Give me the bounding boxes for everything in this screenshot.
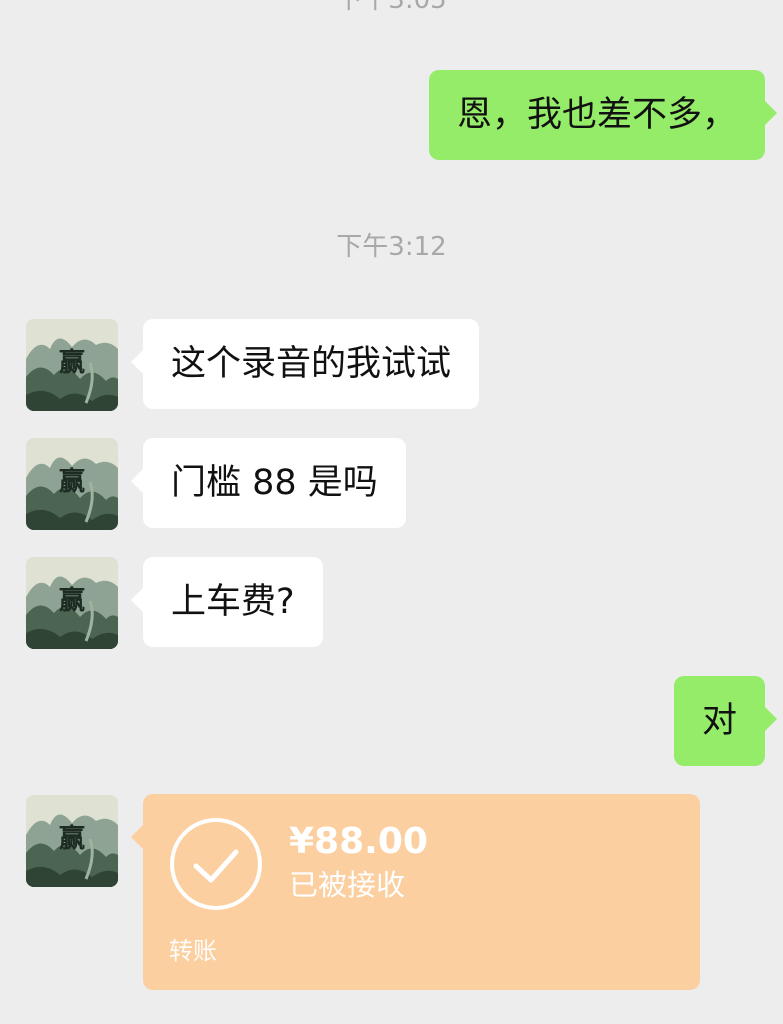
avatar-glyph: 赢 xyxy=(59,347,85,378)
outgoing-message-bubble[interactable]: 恩，我也差不多， xyxy=(428,70,778,160)
chat-screen: 下午3:05 恩，我也差不多， 下午3:12 赢 这个录音的我试试 赢 门槛 8… xyxy=(0,0,783,1024)
incoming-message-bubble[interactable]: 门槛 88 是吗 xyxy=(131,438,406,528)
transfer-label: 转账 xyxy=(169,937,217,965)
contact-avatar[interactable]: 赢 xyxy=(26,319,118,411)
contact-avatar[interactable]: 赢 xyxy=(26,557,118,649)
landscape-painting-avatar-icon: 赢 xyxy=(26,319,118,411)
message-text: 对 xyxy=(701,701,737,741)
transfer-card[interactable]: ¥88.00 已被接收 转账 xyxy=(131,794,700,990)
landscape-painting-avatar-icon: 赢 xyxy=(26,795,118,887)
contact-avatar[interactable]: 赢 xyxy=(26,795,118,887)
avatar-glyph: 赢 xyxy=(59,585,85,616)
timestamp: 下午3:12 xyxy=(336,232,447,262)
landscape-painting-avatar-icon: 赢 xyxy=(26,557,118,649)
message-text: 上车费? xyxy=(171,582,295,622)
incoming-message-bubble[interactable]: 这个录音的我试试 xyxy=(130,319,480,409)
avatar-glyph: 赢 xyxy=(59,823,85,854)
message-text: 门槛 88 是吗 xyxy=(171,463,378,503)
transfer-amount: ¥88.00 xyxy=(289,821,428,862)
incoming-message-bubble[interactable]: 上车费? xyxy=(131,557,323,647)
message-text: 这个录音的我试试 xyxy=(171,344,452,384)
landscape-painting-avatar-icon: 赢 xyxy=(26,438,118,530)
message-text: 恩，我也差不多， xyxy=(456,95,737,135)
outgoing-message-bubble[interactable]: 对 xyxy=(673,676,778,766)
contact-avatar[interactable]: 赢 xyxy=(26,438,118,530)
avatar-glyph: 赢 xyxy=(59,466,85,497)
timestamp: 下午3:05 xyxy=(336,0,447,15)
checkmark-circle-icon xyxy=(168,816,264,912)
transfer-status: 已被接收 xyxy=(289,868,406,902)
